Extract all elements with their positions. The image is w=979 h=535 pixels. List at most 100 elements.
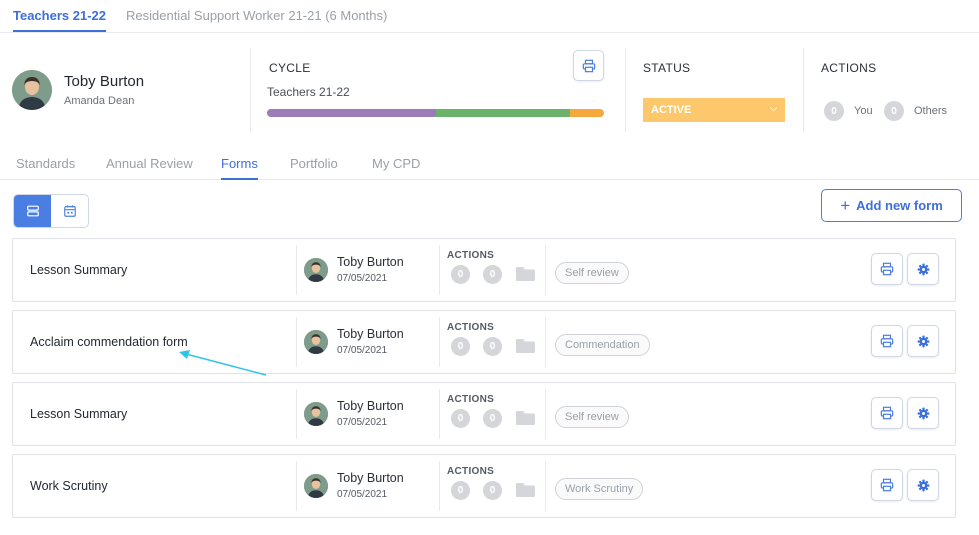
divider — [545, 245, 546, 295]
form-row[interactable]: Acclaim commendation form Toby Burton 07/0… — [12, 310, 956, 374]
avatar — [304, 474, 328, 498]
cycle-heading: CYCLE — [269, 61, 311, 75]
tab-residential-support-worker[interactable]: Residential Support Worker 21-21 (6 Mont… — [126, 8, 387, 32]
tab-annual-review[interactable]: Annual Review — [106, 156, 193, 180]
form-type-badge: Self review — [555, 262, 629, 284]
tab-teachers-21-22[interactable]: Teachers 21-22 — [13, 8, 106, 32]
section-tab-bar: Standards Annual Review Forms Portfolio … — [0, 145, 979, 180]
tab-my-cpd[interactable]: My CPD — [372, 156, 420, 180]
form-action-count: 0 — [451, 481, 470, 500]
divider — [545, 317, 546, 367]
print-form-button[interactable] — [871, 469, 903, 501]
print-button[interactable] — [573, 50, 604, 81]
others-actions-label: Others — [914, 105, 948, 117]
list-view-button[interactable] — [14, 195, 51, 227]
divider — [296, 461, 297, 511]
avatar — [304, 258, 328, 282]
form-action-count: 0 — [451, 337, 470, 356]
form-actions-label: ACTIONS — [447, 466, 495, 477]
form-title[interactable]: Acclaim commendation form — [30, 335, 188, 349]
form-date: 07/05/2021 — [337, 417, 388, 428]
top-tab-bar: Teachers 21-22 Residential Support Worke… — [0, 0, 979, 33]
print-icon — [880, 262, 894, 276]
calendar-icon — [63, 205, 76, 217]
divider — [545, 461, 546, 511]
folder-icon[interactable] — [515, 338, 536, 354]
form-row[interactable]: Lesson Summary Toby Burton 07/05/2021 ACTIO… — [12, 382, 956, 446]
form-owner-name: Toby Burton — [337, 399, 404, 413]
tab-forms[interactable]: Forms — [221, 156, 258, 180]
folder-icon — [516, 483, 535, 497]
profile-name: Toby Burton — [64, 73, 145, 90]
print-icon — [880, 334, 894, 348]
avatar — [304, 402, 328, 426]
form-row[interactable]: Lesson Summary Toby Burton 07/05/2021 ACTIO… — [12, 238, 956, 302]
form-title[interactable]: Work Scrutiny — [30, 479, 108, 493]
list-view-icon — [26, 205, 39, 217]
form-settings-button[interactable] — [907, 325, 939, 357]
folder-icon — [516, 267, 535, 281]
profile-subtitle: Amanda Dean — [64, 95, 135, 107]
tab-standards[interactable]: Standards — [16, 156, 75, 180]
form-action-count: 0 — [451, 409, 470, 428]
person-avatar-icon — [304, 402, 328, 426]
form-settings-button[interactable] — [907, 397, 939, 429]
form-action-count: 0 — [483, 409, 502, 428]
gear-icon — [917, 407, 929, 419]
form-title[interactable]: Lesson Summary — [30, 263, 127, 277]
you-actions-count: 0 — [824, 101, 844, 121]
folder-icon[interactable] — [515, 482, 536, 498]
you-actions-label: You — [854, 105, 873, 117]
divider — [625, 48, 626, 132]
annotation-arrow — [179, 350, 267, 376]
form-action-count: 0 — [483, 481, 502, 500]
form-type-badge: Commendation — [555, 334, 650, 356]
print-icon — [880, 478, 894, 492]
print-form-button[interactable] — [871, 253, 903, 285]
form-action-count: 0 — [483, 265, 502, 284]
status-dropdown[interactable]: ACTIVE ⌵ — [643, 98, 785, 122]
print-form-button[interactable] — [871, 397, 903, 429]
gear-icon — [917, 335, 929, 347]
form-date: 07/05/2021 — [337, 273, 388, 284]
avatar — [304, 330, 328, 354]
cycle-name: Teachers 21-22 — [267, 85, 350, 99]
form-date: 07/05/2021 — [337, 345, 388, 356]
actions-heading: ACTIONS — [821, 61, 877, 75]
chevron-down-icon: ⌵ — [770, 103, 777, 113]
status-heading: STATUS — [643, 61, 691, 75]
form-actions-label: ACTIONS — [447, 250, 495, 261]
profile-header: Toby Burton Amanda Dean CYCLE Teachers 2… — [0, 33, 979, 145]
form-row[interactable]: Work Scrutiny Toby Burton 07/05/2021 ACTION… — [12, 454, 956, 518]
form-title[interactable]: Lesson Summary — [30, 407, 127, 421]
progress-segment — [267, 109, 436, 117]
person-avatar-icon — [304, 258, 328, 282]
form-type-badge: Self review — [555, 406, 629, 428]
form-actions-label: ACTIONS — [447, 322, 495, 333]
folder-icon[interactable] — [515, 410, 536, 426]
divider — [296, 245, 297, 295]
divider — [439, 461, 440, 511]
form-date: 07/05/2021 — [337, 489, 388, 500]
form-settings-button[interactable] — [907, 469, 939, 501]
form-settings-button[interactable] — [907, 253, 939, 285]
divider — [439, 245, 440, 295]
divider — [296, 317, 297, 367]
folder-icon — [516, 411, 535, 425]
form-owner-name: Toby Burton — [337, 255, 404, 269]
plus-icon: + — [840, 196, 851, 215]
tab-portfolio[interactable]: Portfolio — [290, 156, 338, 180]
add-new-form-label: Add new form — [856, 198, 943, 213]
print-form-button[interactable] — [871, 325, 903, 357]
cycle-progress-bar — [267, 109, 604, 117]
divider — [250, 48, 251, 132]
calendar-view-button[interactable] — [51, 195, 88, 227]
view-toggle — [13, 194, 89, 228]
divider — [803, 48, 804, 132]
progress-segment — [570, 109, 604, 117]
divider — [439, 317, 440, 367]
add-new-form-button[interactable]: + Add new form — [821, 189, 962, 222]
folder-icon[interactable] — [515, 266, 536, 282]
gear-icon — [917, 263, 929, 275]
person-avatar-icon — [304, 330, 328, 354]
